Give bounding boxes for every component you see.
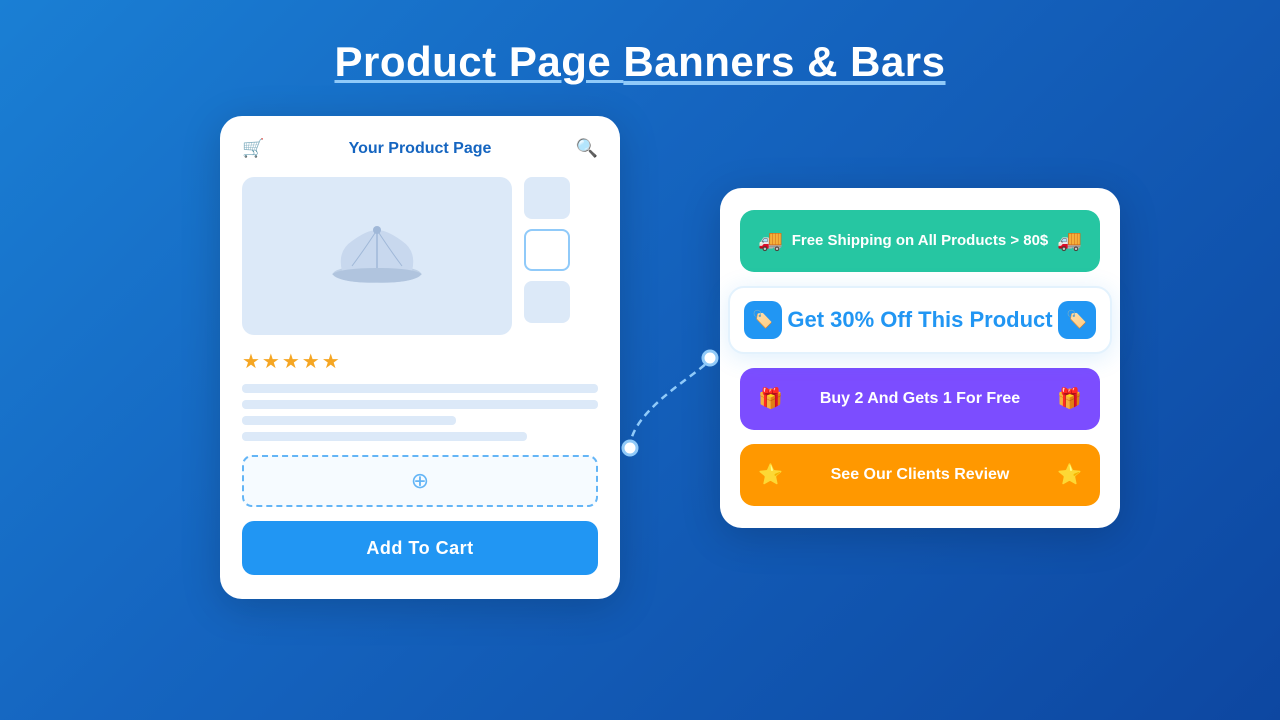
thumb-2 [524,229,570,271]
banner-review: ⭐ See Our Clients Review ⭐ [740,444,1100,506]
page-title: Product Page Banners & Bars [334,38,945,86]
banners-panel: 🚚 Free Shipping on All Products > 80$ 🚚 … [720,188,1120,528]
add-banner-icon: ⊕ [411,468,429,494]
discount-text: Get 30% Off This Product [782,307,1058,333]
desc-line-1 [242,384,598,393]
product-image [242,177,512,335]
banner-slot: ⊕ [242,455,598,507]
banner-discount: 🏷️ Get 30% Off This Product 🏷️ [728,286,1112,354]
thumb-1 [524,177,570,219]
shipping-icon-left: 🚚 [758,228,783,253]
add-to-cart-button[interactable]: Add To Cart [242,521,598,575]
main-content: 🛒 Your Product Page 🔍 [0,116,1280,599]
product-description-lines [242,384,598,441]
desc-line-2 [242,400,598,409]
product-stars: ★★★★★ [242,349,598,374]
hat-illustration [322,216,432,296]
thumb-3 [524,281,570,323]
discount-badge-icon-left: 🏷️ [752,310,773,330]
desc-line-3 [242,416,456,425]
review-text: See Our Clients Review [783,466,1057,484]
search-icon: 🔍 [576,138,598,159]
mockup-header: 🛒 Your Product Page 🔍 [242,138,598,159]
buy2-text: Buy 2 And Gets 1 For Free [783,390,1057,408]
star-icon-right: ⭐ [1057,462,1082,487]
product-area [242,177,598,335]
discount-badge-icon-right: 🏷️ [1066,310,1087,330]
shipping-icon-right: 🚚 [1057,228,1082,253]
discount-badge-left: 🏷️ [744,301,782,339]
banner-buy2: 🎁 Buy 2 And Gets 1 For Free 🎁 [740,368,1100,430]
connector-svg [610,228,730,488]
shipping-text: Free Shipping on All Products > 80$ [783,232,1057,249]
star-icon-left: ⭐ [758,462,783,487]
discount-badge-right: 🏷️ [1058,301,1096,339]
gift-icon-left: 🎁 [758,386,783,411]
banner-discount-wrapper: 🏷️ Get 30% Off This Product 🏷️ [728,286,1112,354]
connector [610,228,730,488]
banner-shipping: 🚚 Free Shipping on All Products > 80$ 🚚 [740,210,1100,272]
desc-line-4 [242,432,527,441]
mockup-header-title: Your Product Page [349,140,492,158]
gift-icon-right: 🎁 [1057,386,1082,411]
thumbnails [524,177,570,335]
cart-icon: 🛒 [242,138,264,159]
product-mockup: 🛒 Your Product Page 🔍 [220,116,620,599]
